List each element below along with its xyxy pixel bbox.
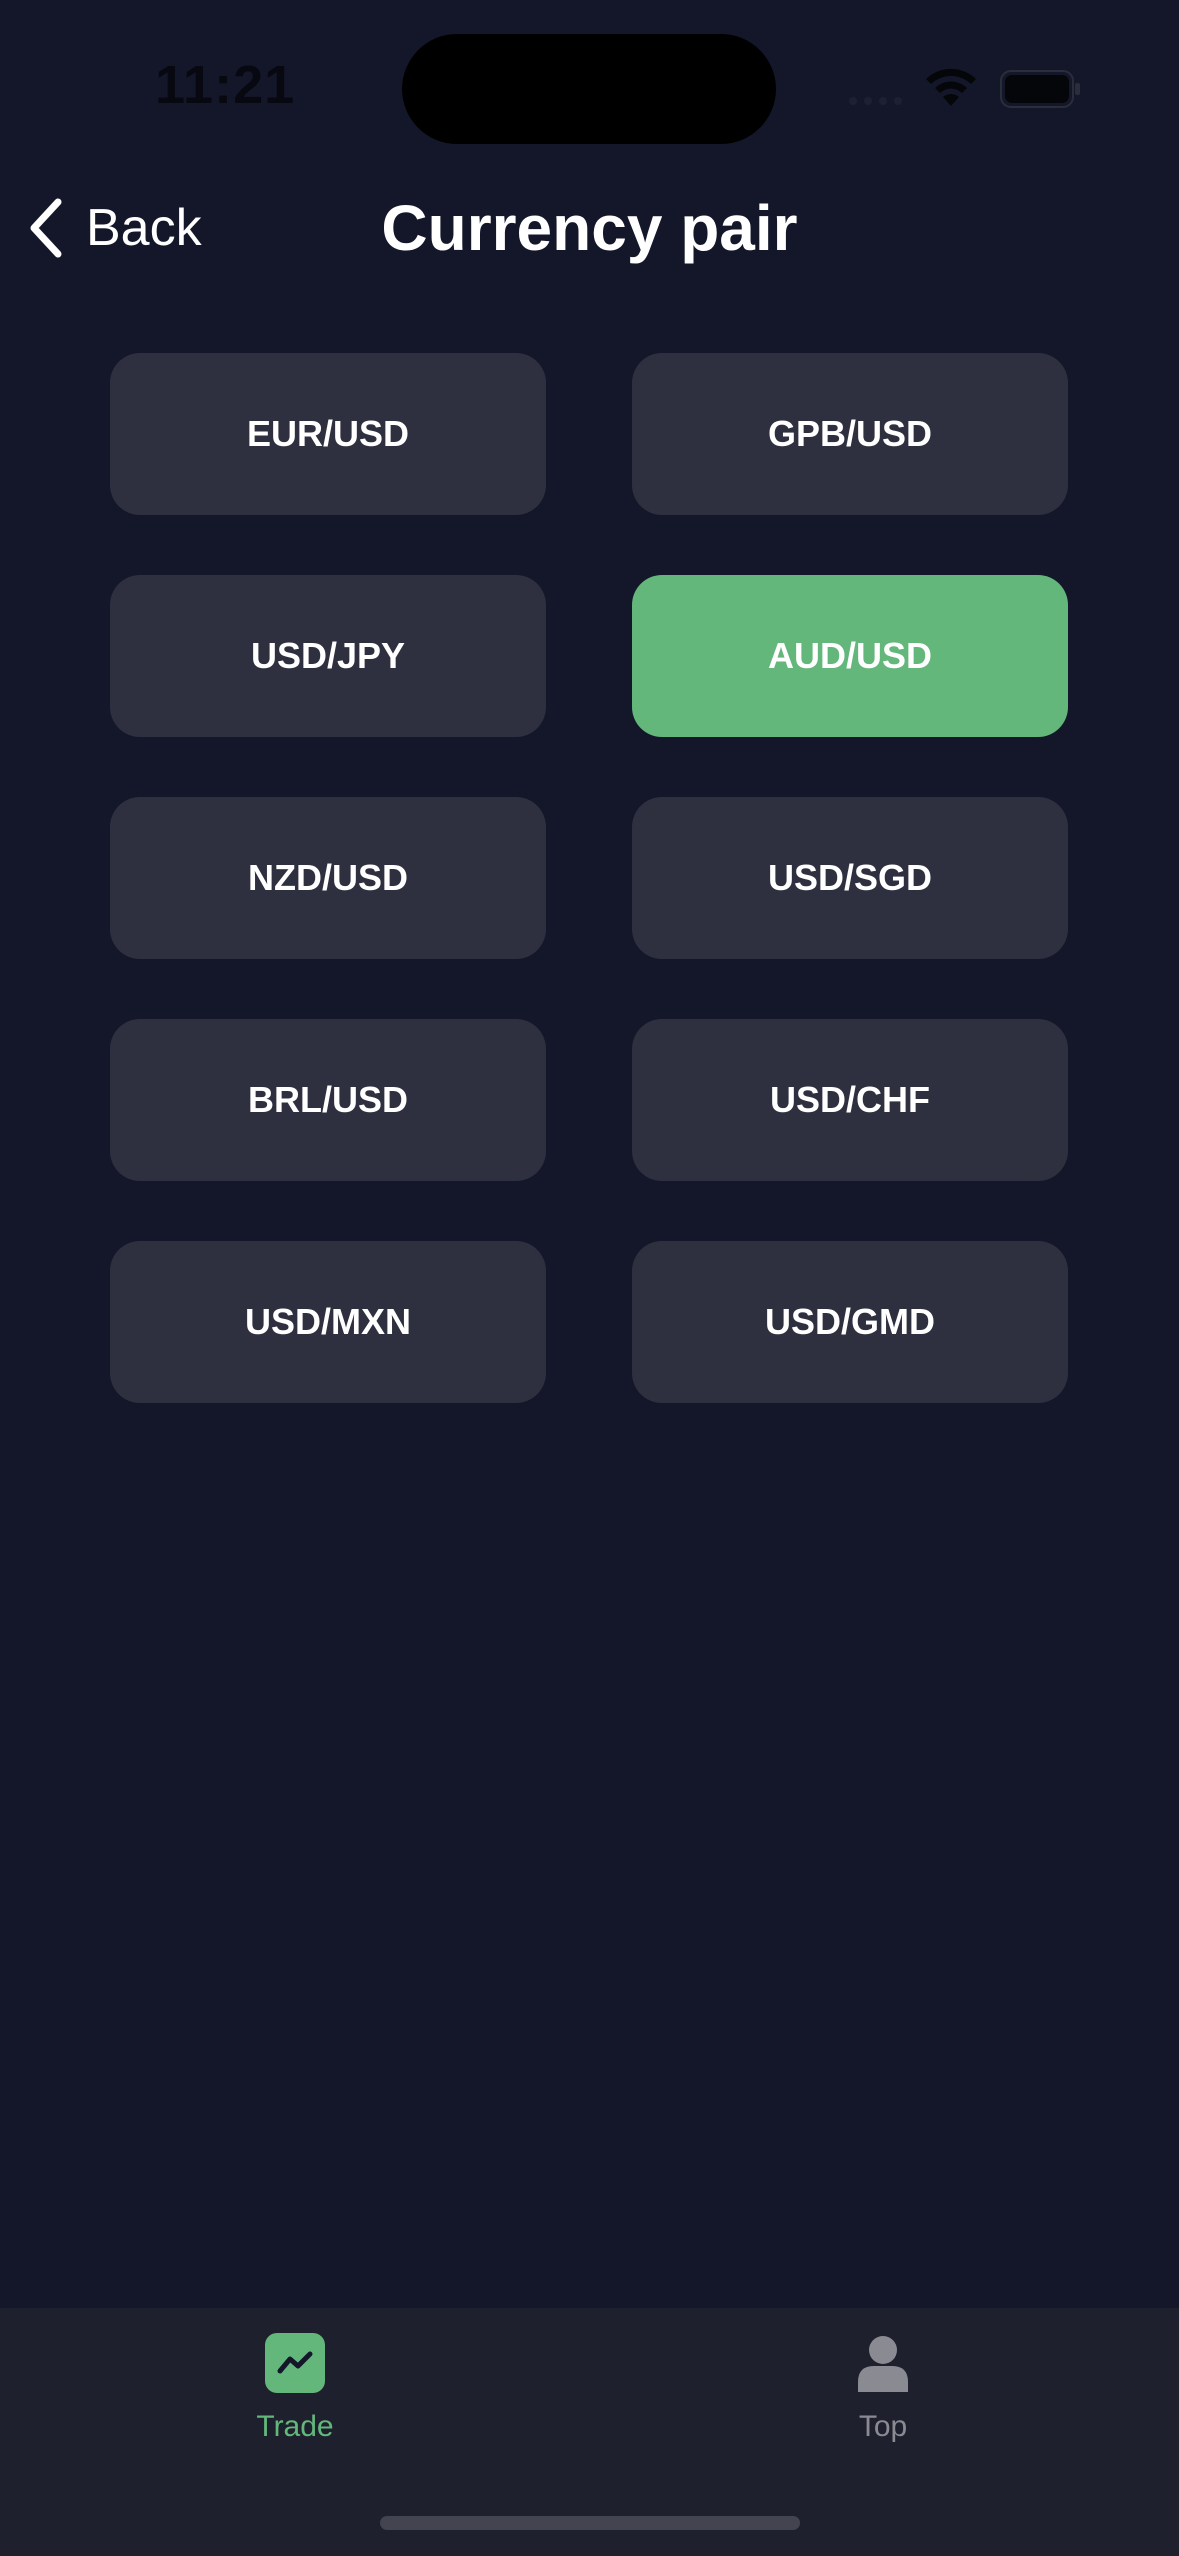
battery-icon [1000, 70, 1080, 108]
pair-button-usd-mxn[interactable]: USD/MXN [110, 1241, 546, 1403]
pair-button-nzd-usd[interactable]: NZD/USD [110, 797, 546, 959]
pair-button-usd-jpy[interactable]: USD/JPY [110, 575, 546, 737]
wifi-icon [926, 68, 976, 106]
person-icon [858, 2336, 908, 2392]
status-time: 11:21 [155, 55, 296, 115]
pair-button-gpb-usd[interactable]: GPB/USD [632, 353, 1068, 515]
back-button[interactable]: Back [26, 186, 202, 270]
cellular-signal-icon [849, 97, 902, 105]
home-indicator [380, 2516, 800, 2530]
pair-button-aud-usd[interactable]: AUD/USD [632, 575, 1068, 737]
tab-top-label: Top [858, 2410, 908, 2443]
back-label: Back [86, 199, 202, 257]
tab-top[interactable]: Top [733, 2308, 1033, 2478]
chevron-left-icon [30, 198, 62, 258]
pair-button-usd-gmd[interactable]: USD/GMD [632, 1241, 1068, 1403]
pair-button-brl-usd[interactable]: BRL/USD [110, 1019, 546, 1181]
tab-trade-label: Trade [256, 2410, 334, 2443]
pair-button-usd-sgd[interactable]: USD/SGD [632, 797, 1068, 959]
dynamic-island [402, 34, 776, 144]
currency-pair-grid: EUR/USD GPB/USD USD/JPY AUD/USD NZD/USD … [110, 353, 1068, 1403]
tab-trade[interactable]: Trade [145, 2308, 445, 2478]
pair-button-usd-chf[interactable]: USD/CHF [632, 1019, 1068, 1181]
chart-line-icon [265, 2333, 325, 2393]
pair-button-eur-usd[interactable]: EUR/USD [110, 353, 546, 515]
